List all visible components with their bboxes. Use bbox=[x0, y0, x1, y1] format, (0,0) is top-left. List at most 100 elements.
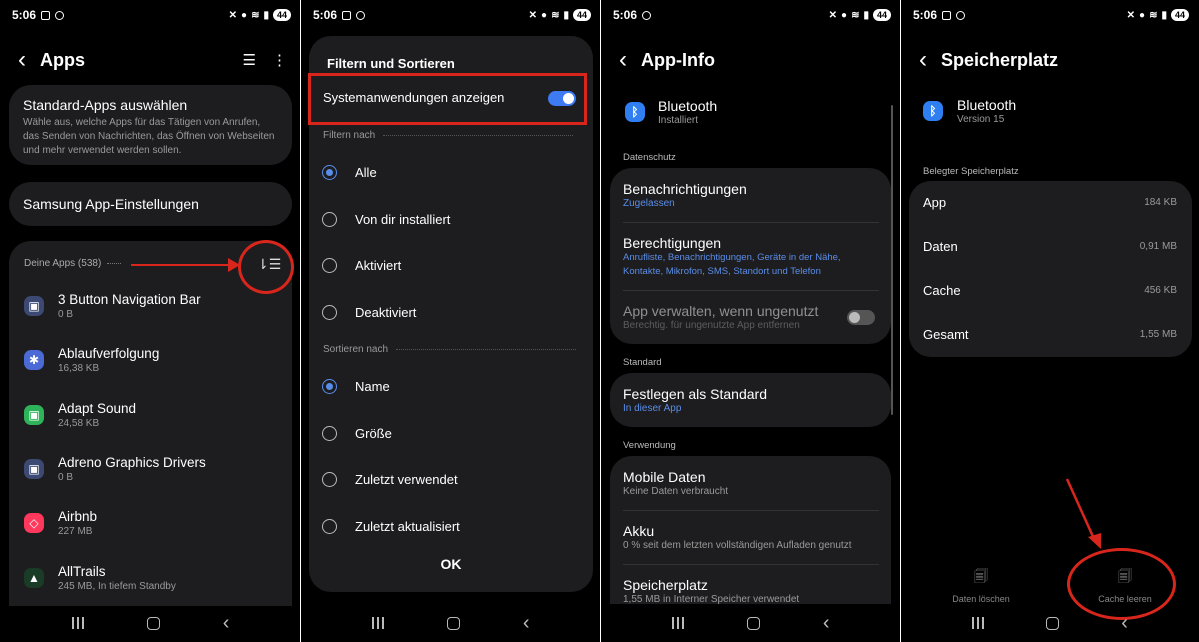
app-header: Bluetooth Version 15 bbox=[957, 97, 1016, 127]
recent-apps-icon[interactable] bbox=[672, 617, 685, 629]
storage-item-value: 184 KB bbox=[1144, 197, 1177, 208]
storage-screen: 5:06 ✕ ● ≋ ▮ 44 ‹ Speicherplatz ᛒ Bluetooth … bbox=[901, 0, 1199, 642]
permissions-row[interactable]: Berechtigungen Anrufliste, Benachrichtig… bbox=[623, 235, 869, 279]
radio-button[interactable] bbox=[322, 425, 337, 441]
apps-screen: 5:06 ✕ ● ≋ ▮ 44 ‹ Apps ☰ ⋮ Standard-Apps aus… bbox=[0, 0, 301, 642]
scrollbar[interactable] bbox=[891, 105, 893, 415]
filter-option-label: Alle bbox=[355, 165, 377, 180]
app-list-item[interactable]: ◇ Airbnb 227 MB bbox=[24, 509, 97, 537]
manage-unused-row[interactable]: App verwalten, wenn ungenutzt Berechtig.… bbox=[623, 303, 818, 333]
location-icon: ● bbox=[241, 9, 248, 21]
sheet-title: Filtern und Sortieren bbox=[327, 56, 455, 71]
filter-option[interactable]: Von dir installiert bbox=[322, 211, 450, 227]
app-text: AllTrails 245 MB, In tiefem Standby bbox=[58, 564, 176, 592]
annotation-highlight-box bbox=[308, 73, 587, 125]
filter-option-label: Deaktiviert bbox=[355, 304, 417, 320]
radio-button[interactable] bbox=[322, 379, 337, 394]
sort-option[interactable]: Name bbox=[322, 379, 390, 394]
recent-apps-icon[interactable] bbox=[972, 617, 985, 629]
signal-icon: ▮ bbox=[863, 9, 869, 21]
sort-option[interactable]: Zuletzt aktualisiert bbox=[322, 518, 460, 534]
set-default-sub: In dieser App bbox=[623, 403, 682, 414]
wifi-icon: ≋ bbox=[251, 9, 260, 21]
radio-button[interactable] bbox=[322, 258, 337, 273]
default-apps-card[interactable]: Standard-Apps auswählen Wähle aus, welch… bbox=[9, 85, 292, 165]
storage-item-value: 0,91 MB bbox=[1139, 241, 1177, 252]
home-icon[interactable] bbox=[447, 616, 461, 630]
back-nav-icon[interactable]: ‹ bbox=[823, 613, 830, 633]
wifi-icon: ≋ bbox=[1149, 9, 1158, 21]
clock: 5:06 bbox=[613, 8, 638, 22]
app-name: Ablaufverfolgung bbox=[58, 346, 160, 362]
storage-item: Daten 0,91 MB bbox=[923, 239, 1177, 254]
filter-option[interactable]: Aktiviert bbox=[322, 258, 401, 273]
app-list-item[interactable]: ▣ Adreno Graphics Drivers 0 B bbox=[24, 455, 206, 483]
radio-button[interactable] bbox=[322, 211, 337, 227]
location-icon: ● bbox=[841, 9, 848, 21]
navigation-bar: ‹ bbox=[601, 604, 901, 642]
app-bar: ‹ Apps ☰ ⋮ bbox=[0, 44, 301, 76]
app-size: 0 B bbox=[58, 471, 74, 483]
storage-row[interactable]: Speicherplatz 1,55 MB in Interner Speich… bbox=[623, 577, 799, 607]
battery-row[interactable]: Akku 0 % seit dem letzten vollständigen … bbox=[623, 523, 851, 553]
notifications-row[interactable]: Benachrichtigungen Zugelassen bbox=[623, 181, 747, 211]
status-bar: 5:06 ✕ ● ≋ ▮ 44 bbox=[301, 0, 601, 30]
app-list-item[interactable]: ▣ Adapt Sound 24,58 KB bbox=[24, 401, 136, 429]
app-list-item[interactable]: ✱ Ablaufverfolgung 16,38 KB bbox=[24, 346, 159, 374]
app-name: Airbnb bbox=[58, 509, 98, 525]
home-icon[interactable] bbox=[1046, 616, 1060, 630]
camera-icon bbox=[956, 10, 966, 20]
back-nav-icon[interactable]: ‹ bbox=[223, 613, 230, 633]
radio-button[interactable] bbox=[322, 304, 337, 320]
storage-item: Cache 456 KB bbox=[923, 283, 1177, 298]
filter-option[interactable]: Alle bbox=[322, 165, 377, 180]
filter-search-icon[interactable]: ☰ bbox=[243, 51, 256, 69]
standard-label: Standard bbox=[623, 357, 662, 368]
back-icon[interactable]: ‹ bbox=[18, 48, 26, 72]
mute-icon: ✕ bbox=[528, 9, 538, 21]
signal-icon: ▮ bbox=[263, 9, 269, 21]
mobile-data-row[interactable]: Mobile Daten Keine Daten verbraucht bbox=[623, 469, 728, 499]
sort-option-label: Größe bbox=[355, 425, 392, 441]
battery-label: Akku bbox=[623, 523, 655, 539]
home-icon[interactable] bbox=[747, 616, 761, 630]
back-icon[interactable]: ‹ bbox=[919, 48, 927, 72]
android-icon: ▣ bbox=[24, 404, 44, 425]
sort-option-label: Zuletzt aktualisiert bbox=[355, 518, 460, 534]
navigation-bar: ‹ bbox=[0, 604, 301, 642]
filter-option[interactable]: Deaktiviert bbox=[322, 304, 417, 320]
clear-data-button[interactable]: 🗐 Daten löschen bbox=[941, 566, 1021, 604]
storage-item-value: 456 KB bbox=[1144, 285, 1177, 296]
app-list-item[interactable]: ▣ 3 Button Navigation Bar 0 B bbox=[24, 292, 201, 320]
clear-data-icon: 🗐 bbox=[974, 568, 988, 584]
sort-option[interactable]: Zuletzt verwendet bbox=[322, 472, 458, 487]
sort-option-label: Zuletzt verwendet bbox=[355, 472, 458, 487]
sort-option[interactable]: Größe bbox=[322, 425, 392, 441]
android-icon: ▣ bbox=[24, 296, 44, 316]
recent-apps-icon[interactable] bbox=[372, 617, 385, 629]
ok-button[interactable]: OK bbox=[301, 556, 601, 572]
radio-button[interactable] bbox=[322, 472, 337, 487]
annotation-circle bbox=[238, 240, 294, 294]
navigation-bar: ‹ bbox=[301, 604, 601, 642]
manage-unused-toggle[interactable] bbox=[847, 310, 875, 325]
radio-button[interactable] bbox=[322, 165, 337, 180]
samsung-settings-card[interactable]: Samsung App-Einstellungen bbox=[9, 182, 292, 226]
app-list-item[interactable]: ▲ AllTrails 245 MB, In tiefem Standby bbox=[24, 564, 176, 592]
screenshot-icon bbox=[41, 10, 51, 20]
divider bbox=[107, 263, 122, 264]
more-options-icon[interactable]: ⋮ bbox=[272, 51, 287, 69]
home-icon[interactable] bbox=[146, 616, 160, 630]
manage-unused-label: App verwalten, wenn ungenutzt bbox=[623, 303, 819, 319]
divider bbox=[623, 564, 879, 565]
recent-apps-icon[interactable] bbox=[71, 617, 84, 629]
radio-button[interactable] bbox=[322, 518, 337, 534]
app-name: Adapt Sound bbox=[58, 400, 137, 416]
back-nav-icon[interactable]: ‹ bbox=[523, 613, 530, 633]
app-status: Installiert bbox=[658, 115, 699, 126]
storage-item: Gesamt 1,55 MB bbox=[923, 327, 1177, 342]
page-title: Speicherplatz bbox=[941, 49, 1059, 70]
back-icon[interactable]: ‹ bbox=[619, 48, 627, 72]
back-nav-icon[interactable]: ‹ bbox=[1121, 613, 1128, 633]
app-size: 24,58 KB bbox=[58, 417, 100, 429]
